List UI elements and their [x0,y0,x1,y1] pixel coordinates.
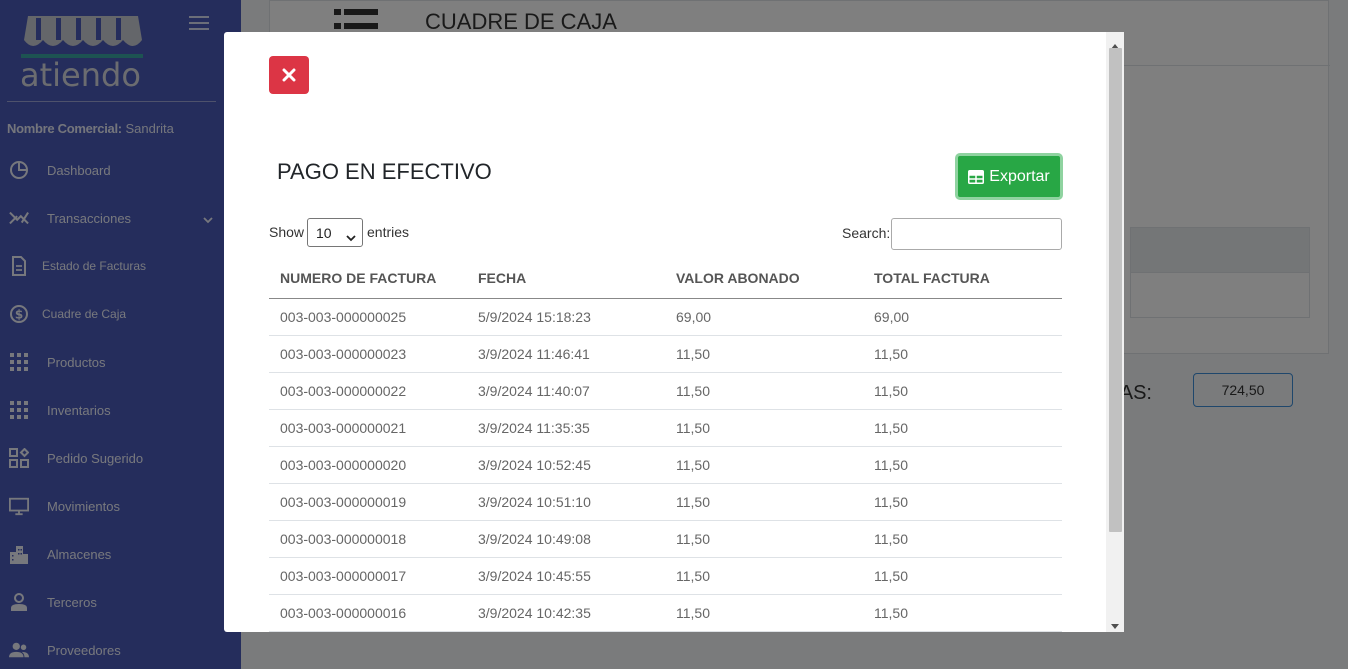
close-button[interactable] [269,56,309,94]
date-cell: 3/9/2024 10:52:45 [478,457,591,473]
table-row: 003-003-000000023 3/9/2024 11:46:41 11,50 1… [269,336,1062,373]
invoice-number-cell: 003-003-000000018 [280,531,407,547]
date-cell: 3/9/2024 10:51:10 [478,494,591,510]
date-cell: 3/9/2024 11:46:41 [478,346,590,362]
date-cell: 3/9/2024 10:45:55 [478,568,591,584]
invoice-total-cell: 11,50 [874,383,908,399]
amount-paid-cell: 11,50 [676,568,710,584]
table-row: 003-003-000000020 3/9/2024 10:52:45 11,50 1… [269,447,1062,484]
table-row: 003-003-000000021 3/9/2024 11:35:35 11,50 1… [269,410,1062,447]
amount-paid-cell: 11,50 [676,420,710,436]
table-row: 003-003-000000016 3/9/2024 10:42:35 11,50 1… [269,595,1062,632]
amount-paid-cell: 11,50 [676,346,710,362]
entries-value: 10 [316,224,332,241]
scroll-down-arrow-icon[interactable] [1110,618,1120,629]
date-cell: 5/9/2024 15:18:23 [478,309,591,325]
table-row: 003-003-000000018 3/9/2024 10:49:08 11,50 1… [269,521,1062,558]
column-header-amount-paid[interactable]: VALOR ABONADO [676,270,800,286]
invoice-total-cell: 11,50 [874,568,908,584]
chevron-down-icon [346,229,356,242]
invoice-total-cell: 11,50 [874,420,908,436]
invoice-total-cell: 11,50 [874,457,908,473]
invoice-number-cell: 003-003-000000022 [280,383,407,399]
cash-payment-modal: PAGO EN EFECTIVO Exportar Show 10 entrie… [224,32,1124,632]
column-header-invoice-number[interactable]: NUMERO DE FACTURA [280,270,436,286]
amount-paid-cell: 11,50 [676,383,710,399]
invoice-total-cell: 69,00 [874,309,910,325]
column-header-invoice-total[interactable]: TOTAL FACTURA [874,270,990,286]
amount-paid-cell: 69,00 [676,309,712,325]
invoice-number-cell: 003-003-000000025 [280,309,407,325]
column-header-date[interactable]: FECHA [478,270,526,286]
show-label: Show [269,224,305,240]
payments-table: NUMERO DE FACTURA FECHA VALOR ABONADO TO… [269,260,1062,632]
date-cell: 3/9/2024 10:42:35 [478,605,591,621]
date-cell: 3/9/2024 11:35:35 [478,420,590,436]
amount-paid-cell: 11,50 [676,531,710,547]
search-input[interactable] [891,218,1062,250]
table-header: NUMERO DE FACTURA FECHA VALOR ABONADO TO… [269,260,1062,299]
invoice-number-cell: 003-003-000000016 [280,605,407,621]
scrollbar-thumb[interactable] [1109,48,1122,532]
invoice-total-cell: 11,50 [874,494,908,510]
modal-title: PAGO EN EFECTIVO [277,159,492,184]
table-body: 003-003-000000025 5/9/2024 15:18:23 69,00 6… [269,299,1062,632]
invoice-number-cell: 003-003-000000020 [280,457,407,473]
date-cell: 3/9/2024 10:49:08 [478,531,591,547]
amount-paid-cell: 11,50 [676,605,710,621]
invoice-total-cell: 11,50 [874,346,908,362]
invoice-number-cell: 003-003-000000023 [280,346,407,362]
export-button[interactable]: Exportar [955,153,1063,200]
amount-paid-cell: 11,50 [676,494,710,510]
modal-scrollbar[interactable] [1106,32,1124,632]
entries-select[interactable]: 10 [307,218,363,247]
invoice-number-cell: 003-003-000000019 [280,494,407,510]
table-row: 003-003-000000025 5/9/2024 15:18:23 69,00 6… [269,299,1062,336]
table-row: 003-003-000000019 3/9/2024 10:51:10 11,50 1… [269,484,1062,521]
amount-paid-cell: 11,50 [676,457,710,473]
close-icon [282,68,296,82]
invoice-number-cell: 003-003-000000017 [280,568,407,584]
search-label: Search: [842,225,891,241]
table-row: 003-003-000000022 3/9/2024 11:40:07 11,50 1… [269,373,1062,410]
invoice-number-cell: 003-003-000000021 [280,420,407,436]
table-icon [968,169,985,184]
invoice-total-cell: 11,50 [874,605,908,621]
invoice-total-cell: 11,50 [874,531,908,547]
export-label: Exportar [989,167,1050,185]
table-row: 003-003-000000017 3/9/2024 10:45:55 11,50 1… [269,558,1062,595]
entries-label: entries [367,224,410,240]
date-cell: 3/9/2024 11:40:07 [478,383,590,399]
scroll-up-arrow-icon[interactable] [1110,37,1120,49]
